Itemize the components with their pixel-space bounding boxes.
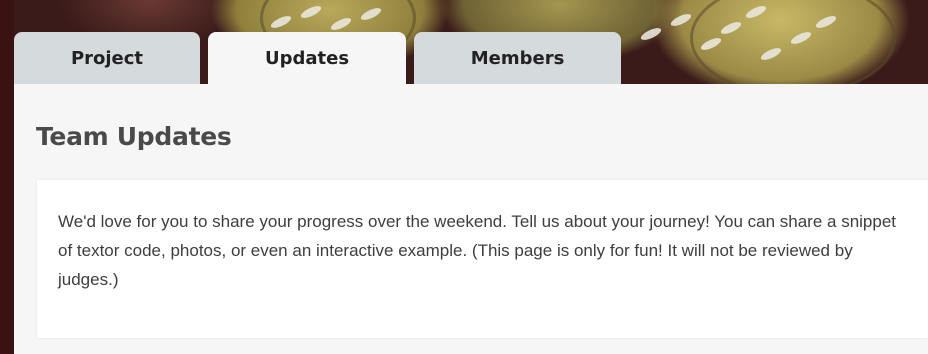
updates-description: We'd love for you to share your progress… — [58, 212, 897, 289]
decorative-ring — [690, 0, 896, 90]
tab-updates[interactable]: Updates — [208, 32, 406, 84]
tab-project[interactable]: Project — [14, 32, 200, 84]
decorative-hole — [639, 25, 663, 43]
tab-members[interactable]: Members — [414, 32, 621, 84]
updates-info-card: We'd love for you to share your progress… — [37, 180, 928, 338]
page-title: Team Updates — [36, 122, 232, 151]
decorative-hole — [669, 11, 693, 29]
left-border-strip — [0, 0, 14, 354]
tab-bar: Project Updates Members — [14, 32, 621, 84]
